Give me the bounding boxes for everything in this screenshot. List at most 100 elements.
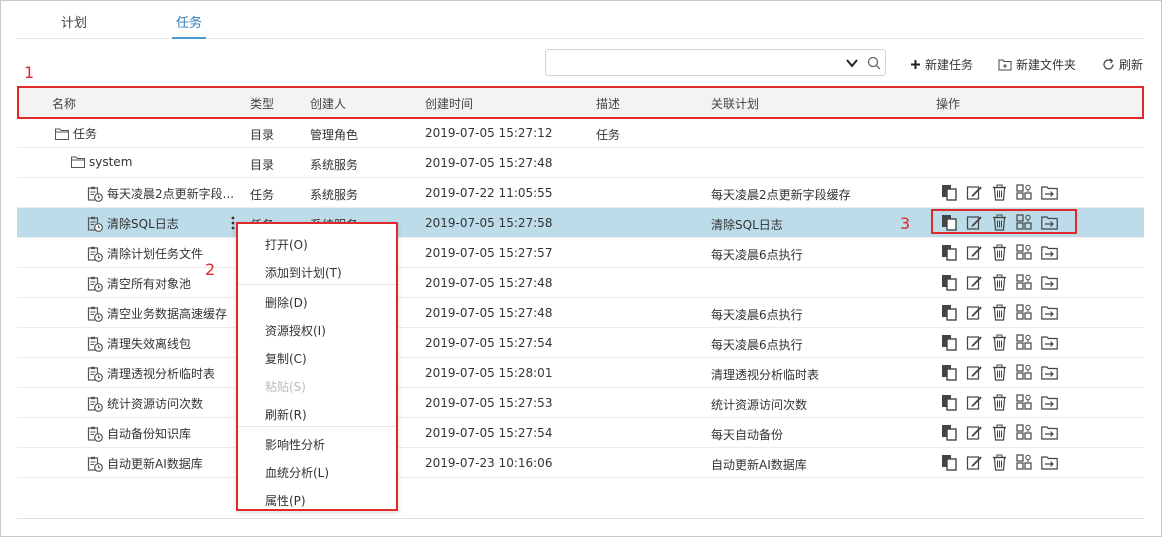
name-cell[interactable]: 任务 xyxy=(55,125,97,142)
copy-icon[interactable] xyxy=(941,364,958,381)
refresh-button[interactable]: 刷新 xyxy=(1102,55,1143,73)
trash-icon[interactable] xyxy=(991,214,1008,231)
name-cell[interactable]: 清理失效离线包 xyxy=(87,335,191,352)
tab-task[interactable]: 任务 xyxy=(172,12,206,39)
table-row[interactable]: 清理失效离线包任务系统服务2019-07-05 15:27:54每天凌晨6点执行 xyxy=(17,328,1144,358)
new-folder-button[interactable]: 新建文件夹 xyxy=(998,55,1076,73)
search-input[interactable] xyxy=(552,54,832,72)
copy-icon[interactable] xyxy=(941,244,958,261)
copy-icon[interactable] xyxy=(941,214,958,231)
table-row[interactable]: 自动备份知识库任务系统服务2019-07-05 15:27:54每天自动备份 xyxy=(17,418,1144,448)
name-cell[interactable]: system xyxy=(71,155,132,169)
permission-icon[interactable] xyxy=(1016,454,1033,471)
table-row[interactable]: 统计资源访问次数任务系统服务2019-07-05 15:27:53统计资源访问次… xyxy=(17,388,1144,418)
move-icon[interactable] xyxy=(1041,304,1058,321)
move-icon[interactable] xyxy=(1041,274,1058,291)
task-icon xyxy=(87,186,103,202)
edit-icon[interactable] xyxy=(966,304,983,321)
edit-icon[interactable] xyxy=(966,334,983,351)
table-row[interactable]: 清空业务数据高速缓存任务系统服务2019-07-05 15:27:48每天凌晨6… xyxy=(17,298,1144,328)
row-name: system xyxy=(89,155,133,169)
name-cell[interactable]: 清除计划任务文件 xyxy=(87,245,203,262)
edit-icon[interactable] xyxy=(966,214,983,231)
trash-icon[interactable] xyxy=(991,244,1008,261)
search-icon[interactable] xyxy=(866,55,882,71)
menu-item-authorize[interactable]: 资源授权(I) xyxy=(265,322,326,339)
name-cell[interactable]: 清除SQL日志 xyxy=(87,215,179,232)
col-created[interactable]: 创建时间 xyxy=(425,95,473,112)
table-row[interactable]: 清除SQL日志任务系统服务2019-07-05 15:27:58清除SQL日志 xyxy=(17,208,1144,238)
menu-item-open[interactable]: 打开(O) xyxy=(265,236,308,253)
menu-item-delete[interactable]: 删除(D) xyxy=(265,294,308,311)
permission-icon[interactable] xyxy=(1016,184,1033,201)
copy-icon[interactable] xyxy=(941,394,958,411)
table-row[interactable]: 清空所有对象池任务系统服务2019-07-05 15:27:48 xyxy=(17,268,1144,298)
name-cell[interactable]: 每天凌晨2点更新字段... xyxy=(87,185,234,202)
move-icon[interactable] xyxy=(1041,214,1058,231)
permission-icon[interactable] xyxy=(1016,214,1033,231)
table-row[interactable]: 任务 目录 管理角色 2019-07-05 15:27:12 任务 xyxy=(17,118,1144,148)
name-cell[interactable]: 自动备份知识库 xyxy=(87,425,191,442)
copy-icon[interactable] xyxy=(941,334,958,351)
trash-icon[interactable] xyxy=(991,364,1008,381)
copy-icon[interactable] xyxy=(941,304,958,321)
edit-icon[interactable] xyxy=(966,454,983,471)
permission-icon[interactable] xyxy=(1016,394,1033,411)
col-type[interactable]: 类型 xyxy=(250,95,274,112)
table-row[interactable]: 自动更新AI数据库任务系统服务2019-07-23 10:16:06自动更新AI… xyxy=(17,448,1144,478)
permission-icon[interactable] xyxy=(1016,424,1033,441)
move-icon[interactable] xyxy=(1041,454,1058,471)
name-cell[interactable]: 清理透视分析临时表 xyxy=(87,365,215,382)
table-row[interactable]: 每天凌晨2点更新字段... 任务 系统服务 2019-07-22 11:05:55 每天… xyxy=(17,178,1144,208)
copy-icon[interactable] xyxy=(941,274,958,291)
new-task-button[interactable]: 新建任务 xyxy=(910,55,973,73)
edit-icon[interactable] xyxy=(966,424,983,441)
edit-icon[interactable] xyxy=(966,394,983,411)
col-plan[interactable]: 关联计划 xyxy=(711,95,759,112)
tab-plan[interactable]: 计划 xyxy=(61,12,87,39)
name-cell[interactable]: 统计资源访问次数 xyxy=(87,395,203,412)
menu-item-lineage-analysis[interactable]: 血统分析(L) xyxy=(265,464,329,481)
move-icon[interactable] xyxy=(1041,394,1058,411)
permission-icon[interactable] xyxy=(1016,274,1033,291)
name-cell[interactable]: 自动更新AI数据库 xyxy=(87,455,203,472)
name-cell[interactable]: 清空业务数据高速缓存 xyxy=(87,305,227,322)
trash-icon[interactable] xyxy=(991,334,1008,351)
col-name[interactable]: 名称 xyxy=(52,95,76,112)
move-icon[interactable] xyxy=(1041,424,1058,441)
move-icon[interactable] xyxy=(1041,334,1058,351)
table-row[interactable]: 清理透视分析临时表任务系统服务2019-07-05 15:28:01清理透视分析… xyxy=(17,358,1144,388)
trash-icon[interactable] xyxy=(991,274,1008,291)
menu-item-refresh[interactable]: 刷新(R) xyxy=(265,406,307,423)
copy-icon[interactable] xyxy=(941,454,958,471)
trash-icon[interactable] xyxy=(991,394,1008,411)
move-icon[interactable] xyxy=(1041,184,1058,201)
edit-icon[interactable] xyxy=(966,364,983,381)
table-row[interactable]: 清除计划任务文件任务系统服务2019-07-05 15:27:57每天凌晨6点执… xyxy=(17,238,1144,268)
chevron-down-icon[interactable] xyxy=(844,55,860,71)
trash-icon[interactable] xyxy=(991,304,1008,321)
move-icon[interactable] xyxy=(1041,364,1058,381)
copy-icon[interactable] xyxy=(941,424,958,441)
permission-icon[interactable] xyxy=(1016,334,1033,351)
menu-item-impact-analysis[interactable]: 影响性分析 xyxy=(265,436,325,453)
name-cell[interactable]: 清空所有对象池 xyxy=(87,275,191,292)
col-creator[interactable]: 创建人 xyxy=(310,95,346,112)
trash-icon[interactable] xyxy=(991,454,1008,471)
edit-icon[interactable] xyxy=(966,184,983,201)
table-row[interactable]: system 目录 系统服务 2019-07-05 15:27:48 xyxy=(17,148,1144,178)
trash-icon[interactable] xyxy=(991,424,1008,441)
menu-item-copy[interactable]: 复制(C) xyxy=(265,350,307,367)
trash-icon[interactable] xyxy=(991,184,1008,201)
copy-icon[interactable] xyxy=(941,184,958,201)
move-icon[interactable] xyxy=(1041,244,1058,261)
task-icon xyxy=(87,276,103,292)
col-desc[interactable]: 描述 xyxy=(596,95,620,112)
edit-icon[interactable] xyxy=(966,244,983,261)
menu-item-add-to-plan[interactable]: 添加到计划(T) xyxy=(265,264,342,281)
permission-icon[interactable] xyxy=(1016,244,1033,261)
permission-icon[interactable] xyxy=(1016,364,1033,381)
edit-icon[interactable] xyxy=(966,274,983,291)
menu-item-properties[interactable]: 属性(P) xyxy=(265,492,306,509)
permission-icon[interactable] xyxy=(1016,304,1033,321)
